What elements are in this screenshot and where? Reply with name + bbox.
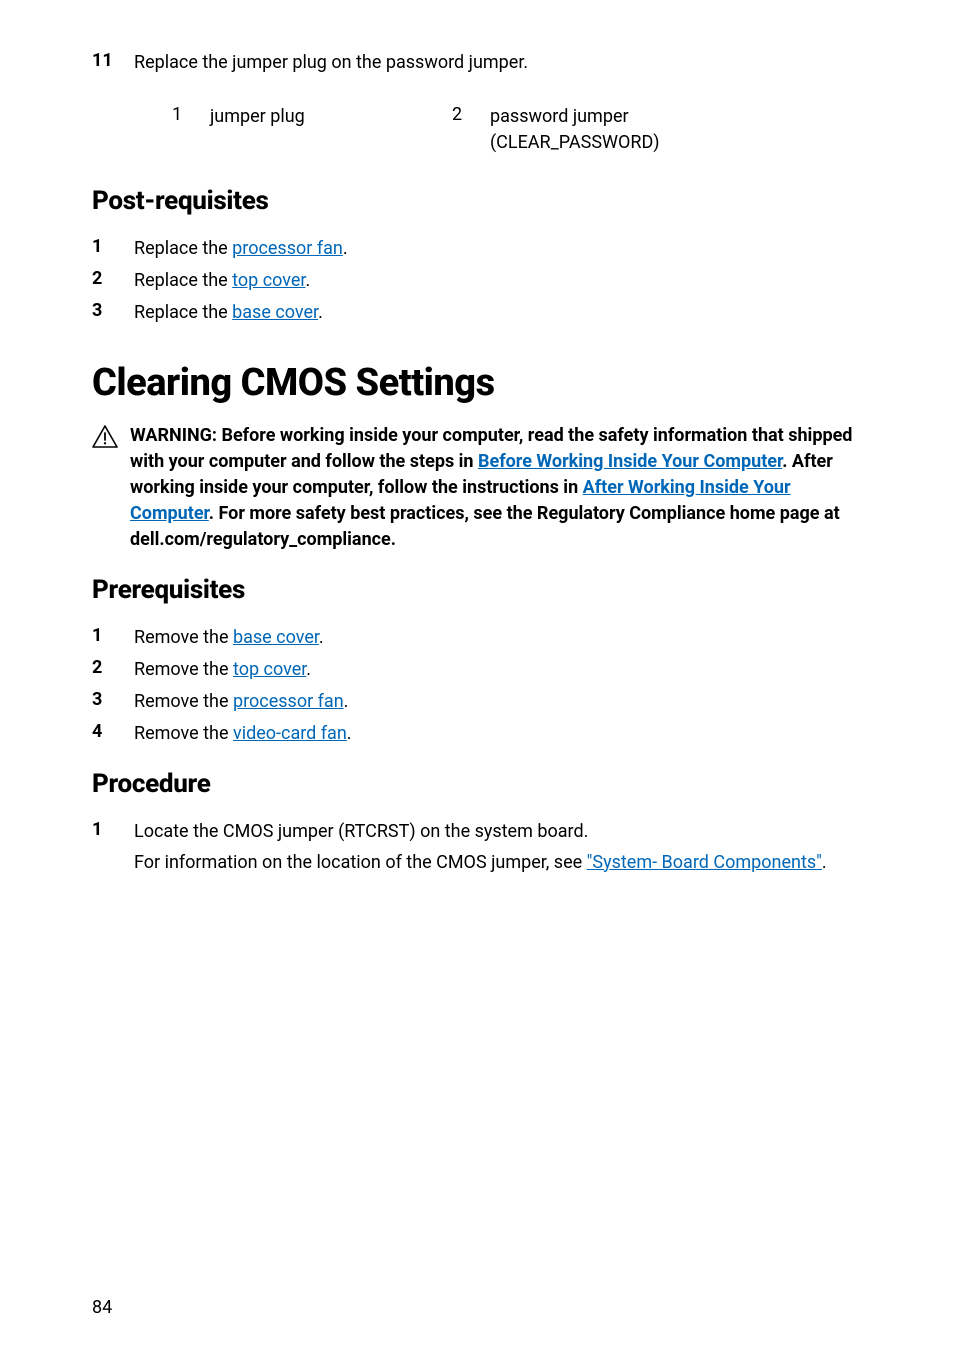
item-num: 1 xyxy=(92,625,134,651)
item-num: 4 xyxy=(92,721,134,747)
before-working-link[interactable]: Before Working Inside Your Computer xyxy=(478,451,782,472)
callout-num: 2 xyxy=(452,104,490,156)
warning-block: WARNING: Before working inside your comp… xyxy=(92,423,859,553)
video-card-fan-link[interactable]: video-card fan xyxy=(233,723,347,744)
postreq-heading: Post-requisites xyxy=(92,186,859,216)
step-line2: For information on the location of the C… xyxy=(134,850,827,876)
step-11: 11 Replace the jumper plug on the passwo… xyxy=(92,50,859,76)
callout-1: 1 jumper plug xyxy=(172,104,452,156)
item-num: 3 xyxy=(92,300,134,326)
page-number: 84 xyxy=(92,1297,112,1318)
item-prefix: Remove the xyxy=(134,627,233,648)
item-suffix: . xyxy=(318,302,323,323)
item-num: 1 xyxy=(92,236,134,262)
item-text: Remove the base cover. xyxy=(134,625,324,651)
callout-text: password jumper (CLEAR_PASSWORD) xyxy=(490,104,660,156)
item-prefix: Remove the xyxy=(134,691,233,712)
warning-icon xyxy=(92,423,130,553)
step-line1: Locate the CMOS jumper (RTCRST) on the s… xyxy=(134,819,827,845)
item-prefix: Replace the xyxy=(134,270,232,291)
top-cover-link[interactable]: top cover xyxy=(232,270,305,291)
base-cover-link[interactable]: base cover xyxy=(232,302,318,323)
procedure-heading: Procedure xyxy=(92,769,859,799)
prereq-heading: Prerequisites xyxy=(92,575,859,605)
item-suffix: . xyxy=(343,238,348,259)
page-title: Clearing CMOS Settings xyxy=(92,361,859,405)
step-body: Locate the CMOS jumper (RTCRST) on the s… xyxy=(134,819,827,875)
item-suffix: . xyxy=(305,270,310,291)
item-text: Replace the top cover. xyxy=(134,268,310,294)
postreq-item-3: 3 Replace the base cover. xyxy=(92,300,859,326)
item-text: Remove the processor fan. xyxy=(134,689,348,715)
top-cover-link[interactable]: top cover xyxy=(233,659,306,680)
item-prefix: Replace the xyxy=(134,238,232,259)
item-suffix: . xyxy=(347,723,352,744)
base-cover-link[interactable]: base cover xyxy=(233,627,319,648)
item-prefix: Remove the xyxy=(134,659,233,680)
prereq-item-2: 2 Remove the top cover. xyxy=(92,657,859,683)
page: 11 Replace the jumper plug on the passwo… xyxy=(0,0,954,1366)
step-num: 1 xyxy=(92,819,134,875)
processor-fan-link[interactable]: processor fan xyxy=(233,691,344,712)
callout-line1: password jumper xyxy=(490,106,629,127)
prereq-item-1: 1 Remove the base cover. xyxy=(92,625,859,651)
item-text: Replace the base cover. xyxy=(134,300,323,326)
prereq-item-4: 4 Remove the video-card fan. xyxy=(92,721,859,747)
step-text: Replace the jumper plug on the password … xyxy=(134,50,528,76)
item-text: Replace the processor fan. xyxy=(134,236,348,262)
system-board-components-link[interactable]: "System- Board Components" xyxy=(587,852,822,873)
item-num: 2 xyxy=(92,657,134,683)
item-num: 2 xyxy=(92,268,134,294)
callout-num: 1 xyxy=(172,104,210,156)
procedure-step-1: 1 Locate the CMOS jumper (RTCRST) on the… xyxy=(92,819,859,875)
warning-p3: . For more safety best practices, see th… xyxy=(130,503,840,550)
item-text: Remove the video-card fan. xyxy=(134,721,352,747)
step-num: 11 xyxy=(92,50,134,76)
callout-line2: (CLEAR_PASSWORD) xyxy=(490,132,660,153)
item-prefix: Replace the xyxy=(134,302,232,323)
processor-fan-link[interactable]: processor fan xyxy=(232,238,343,259)
item-prefix: Remove the xyxy=(134,723,233,744)
step-line2a: For information on the location of the C… xyxy=(134,852,587,873)
item-suffix: . xyxy=(319,627,324,648)
item-suffix: . xyxy=(306,659,311,680)
prereq-item-3: 3 Remove the processor fan. xyxy=(92,689,859,715)
step-line2b: . xyxy=(822,852,827,873)
item-suffix: . xyxy=(344,691,349,712)
item-text: Remove the top cover. xyxy=(134,657,311,683)
warning-text: WARNING: Before working inside your comp… xyxy=(130,423,859,553)
callout-2: 2 password jumper (CLEAR_PASSWORD) xyxy=(452,104,660,156)
postreq-item-1: 1 Replace the processor fan. xyxy=(92,236,859,262)
item-num: 3 xyxy=(92,689,134,715)
postreq-item-2: 2 Replace the top cover. xyxy=(92,268,859,294)
callout-text: jumper plug xyxy=(210,104,305,156)
callout-legend: 1 jumper plug 2 password jumper (CLEAR_P… xyxy=(92,104,859,156)
